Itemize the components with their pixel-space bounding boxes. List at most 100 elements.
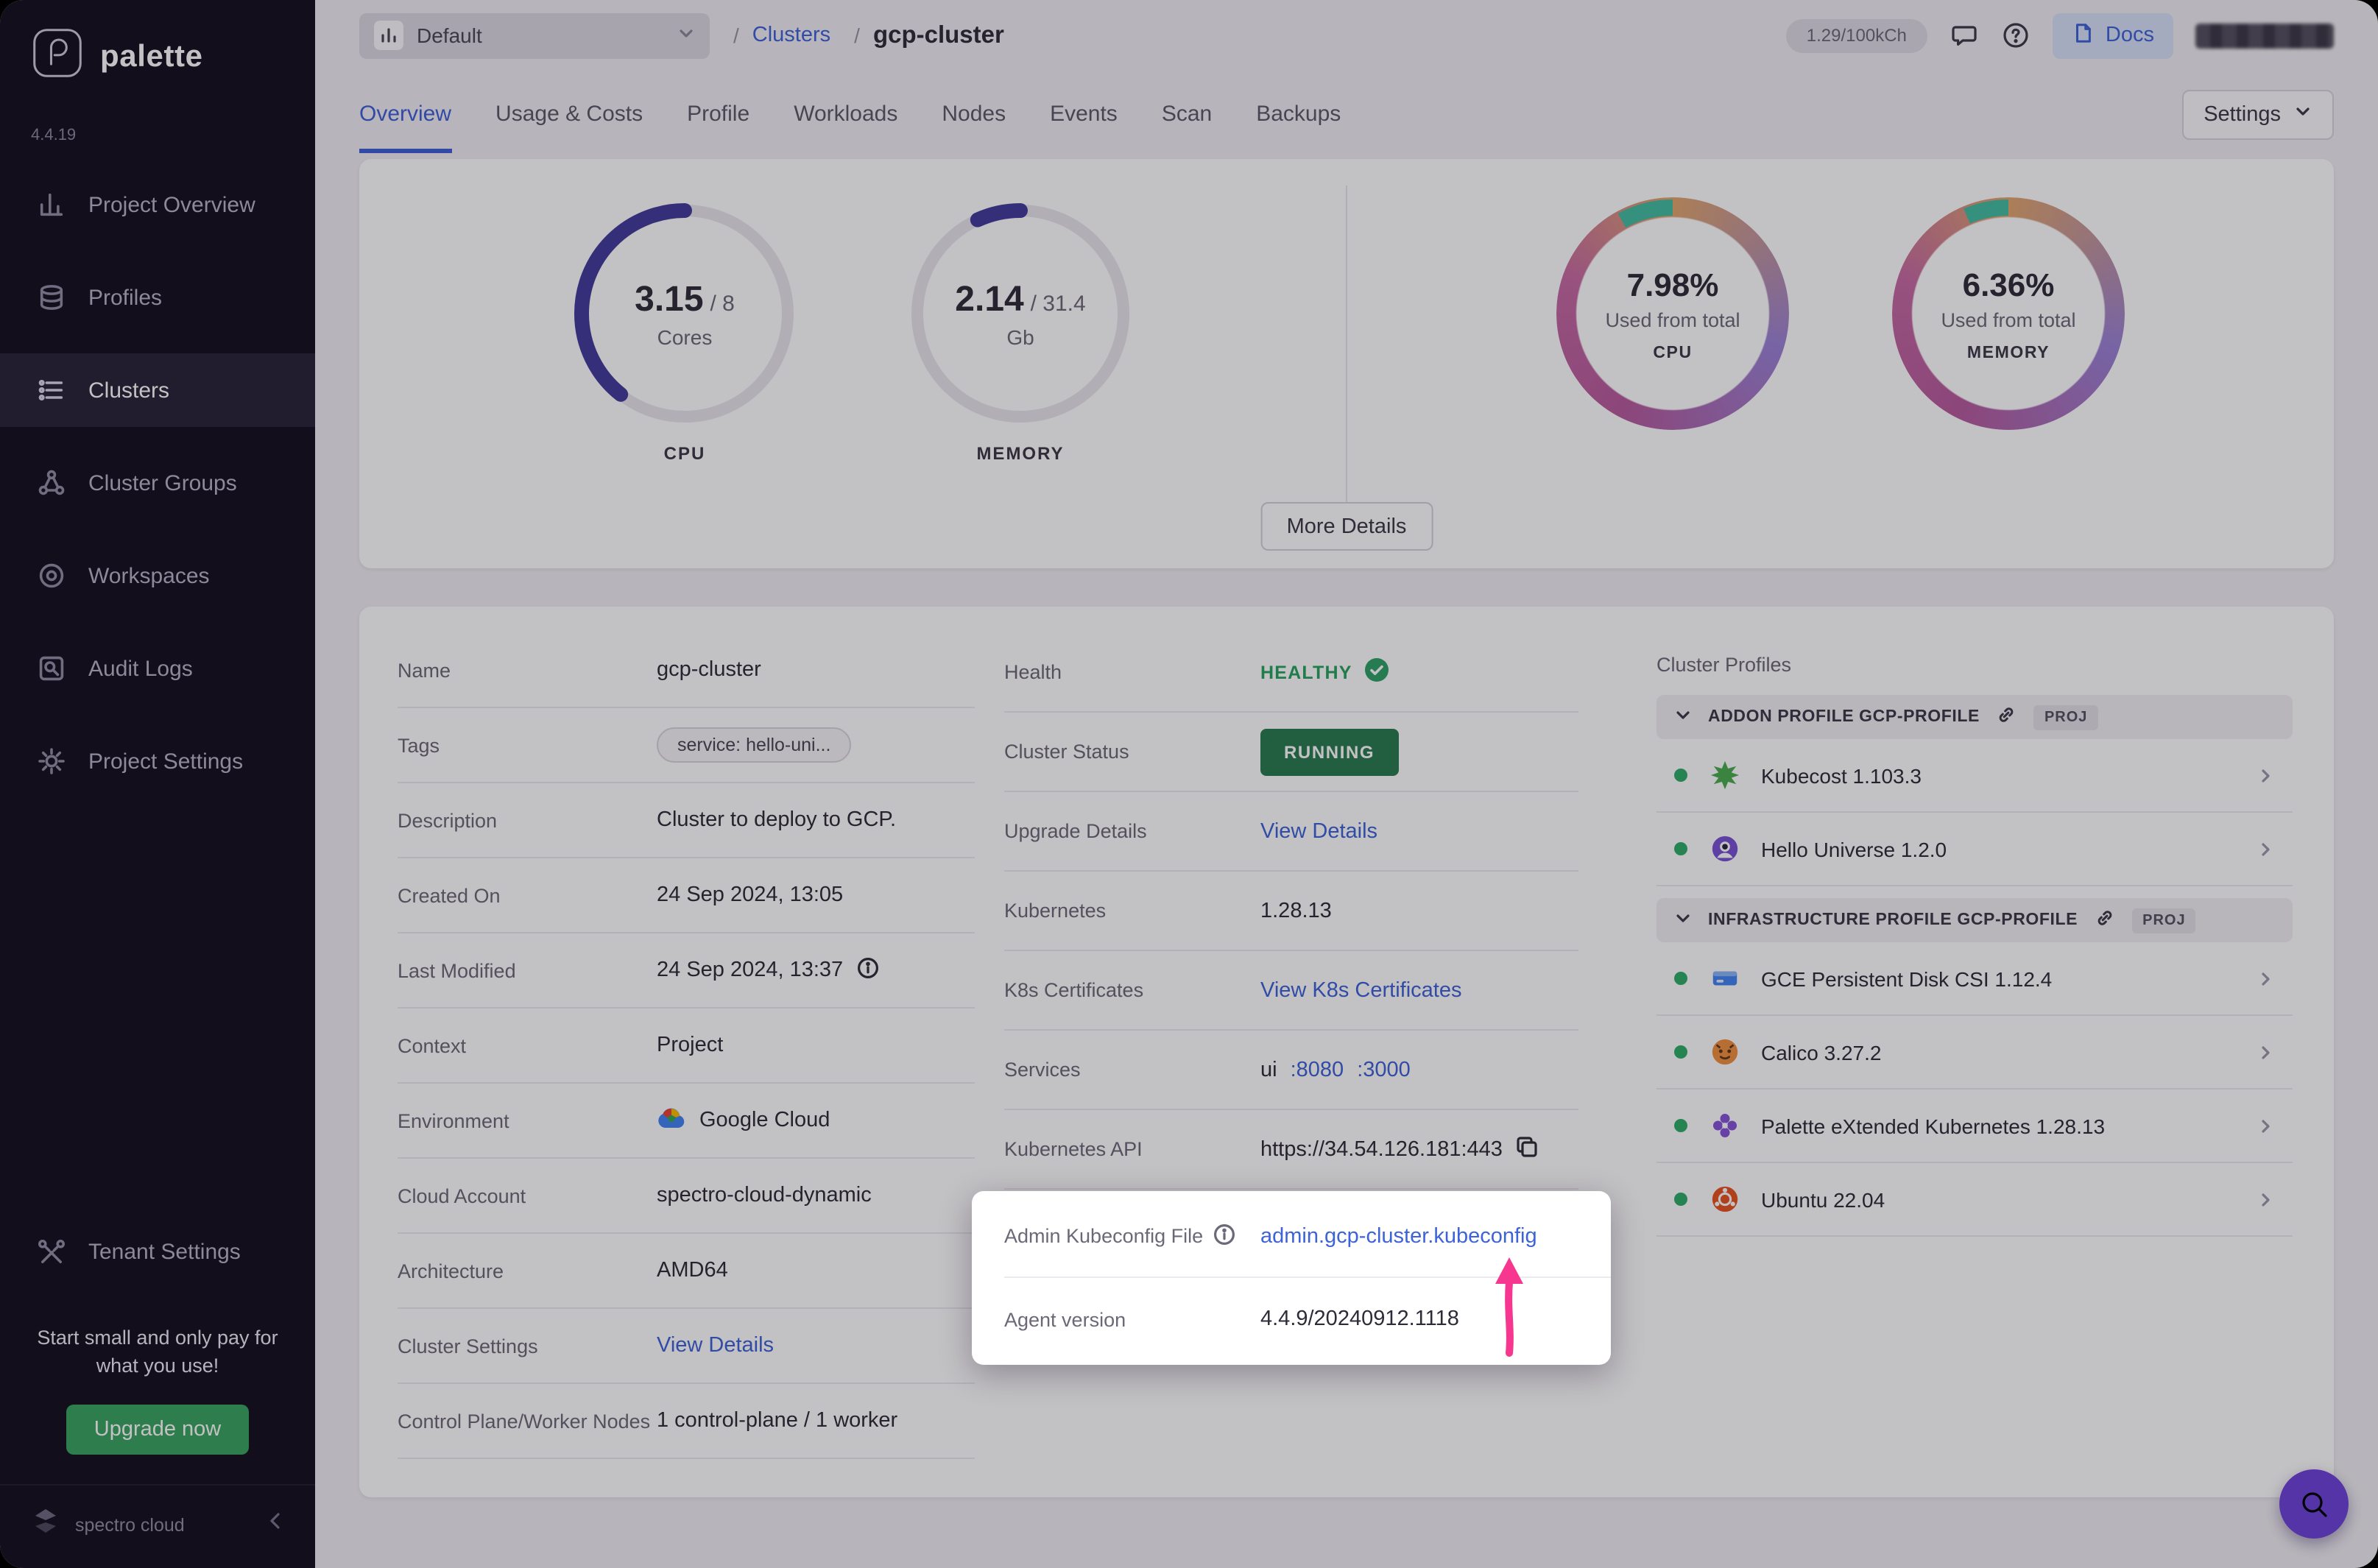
sidebar-item-label: Cluster Groups bbox=[88, 470, 237, 495]
brand-name: palette bbox=[100, 39, 203, 74]
tab-backups[interactable]: Backups bbox=[1256, 102, 1341, 153]
tab-events[interactable]: Events bbox=[1050, 102, 1118, 153]
sidebar-bottom: Tenant Settings Start small and only pay… bbox=[0, 1216, 315, 1553]
detail-row-description: Description Cluster to deploy to GCP. bbox=[398, 783, 975, 858]
cluster-settings-view-details-link[interactable]: View Details bbox=[657, 1334, 774, 1357]
clusters-list-icon bbox=[37, 375, 66, 405]
usage-gauges: 3.15 / 8 Cores CPU bbox=[359, 159, 1346, 568]
cpu-gauge: 3.15 / 8 Cores CPU bbox=[568, 197, 801, 568]
tab-profile[interactable]: Profile bbox=[687, 102, 749, 153]
info-icon[interactable] bbox=[856, 956, 878, 984]
detail-row-tags: Tags service: hello-uni... bbox=[398, 708, 975, 783]
cpu-percent-value: 7.98% bbox=[1627, 266, 1719, 304]
service-port-8080-link[interactable]: :8080 bbox=[1291, 1058, 1344, 1081]
cpu-percent-caption: Used from total bbox=[1605, 308, 1740, 331]
tab-overview[interactable]: Overview bbox=[359, 102, 451, 153]
spectro-cloud-logo-icon bbox=[29, 1505, 62, 1544]
cpu-gauge-label: CPU bbox=[664, 443, 706, 464]
sidebar-nav: Project Overview Profiles Clusters Clust… bbox=[0, 168, 315, 817]
sidebar-item-label: Tenant Settings bbox=[88, 1240, 241, 1265]
sidebar-item-project-overview[interactable]: Project Overview bbox=[0, 168, 315, 241]
healthy-check-icon bbox=[1366, 657, 1389, 687]
sidebar-item-cluster-groups[interactable]: Cluster Groups bbox=[0, 446, 315, 520]
details-middle-column: Health HEALTHY Cluster Status RUNNING Up… bbox=[1004, 633, 1578, 1459]
memory-gauge-label: MEMORY bbox=[976, 443, 1064, 464]
more-details-button[interactable]: More Details bbox=[1260, 502, 1433, 551]
footer-brand-name: spectro cloud bbox=[75, 1514, 252, 1535]
status-row-k8s-certificates: K8s Certificates View K8s Certificates bbox=[1004, 951, 1578, 1031]
tab-nodes[interactable]: Nodes bbox=[942, 102, 1006, 153]
admin-kubeconfig-download-link[interactable]: admin.gcp-cluster.kubeconfig bbox=[1260, 1224, 1537, 1248]
profile-item-gce-persistent-disk[interactable]: GCE Persistent Disk CSI 1.12.4 bbox=[1657, 942, 2293, 1016]
gce-disk-icon bbox=[1707, 961, 1742, 996]
help-icon[interactable] bbox=[2001, 21, 2031, 50]
sidebar-item-label: Workspaces bbox=[88, 563, 210, 588]
brand[interactable]: palette bbox=[0, 27, 315, 87]
tab-usage-costs[interactable]: Usage & Costs bbox=[495, 102, 643, 153]
memory-percent-caption: Used from total bbox=[1941, 308, 2075, 331]
cluster-profiles-panel: Cluster Profiles ADDON PROFILE GCP-PROFI… bbox=[1657, 633, 2293, 1459]
upgrade-now-button[interactable]: Upgrade now bbox=[66, 1405, 250, 1455]
status-dot bbox=[1674, 769, 1687, 782]
chevron-right-icon bbox=[2257, 1190, 2275, 1208]
sidebar-item-label: Audit Logs bbox=[88, 656, 193, 681]
memory-percent-gauge: 6.36% Used from total MEMORY bbox=[1892, 197, 2125, 568]
cluster-tabs: Overview Usage & Costs Profile Workloads… bbox=[315, 71, 2378, 153]
kubecost-icon bbox=[1707, 757, 1742, 793]
status-row-agent-version: Agent version 4.4.9/20240912.1118 bbox=[1004, 1278, 1611, 1360]
settings-button[interactable]: Settings bbox=[2181, 90, 2334, 140]
status-dot bbox=[1674, 1193, 1687, 1206]
sidebar-item-profiles[interactable]: Profiles bbox=[0, 261, 315, 334]
tab-scan[interactable]: Scan bbox=[1162, 102, 1212, 153]
gear-icon bbox=[37, 746, 66, 776]
usage-credits-badge: 1.29/100kCh bbox=[1786, 18, 1927, 52]
chevron-right-icon bbox=[2257, 1043, 2275, 1061]
percentage-gauges: 7.98% Used from total CPU bbox=[1347, 159, 2334, 568]
sidebar-item-clusters[interactable]: Clusters bbox=[0, 353, 315, 427]
tag-chip[interactable]: service: hello-uni... bbox=[657, 727, 851, 763]
cpu-total-value: / 8 bbox=[710, 291, 734, 316]
tab-workloads[interactable]: Workloads bbox=[794, 102, 897, 153]
copy-icon[interactable] bbox=[1516, 1134, 1539, 1164]
infrastructure-profile-header[interactable]: INFRASTRUCTURE PROFILE GCP-PROFILE PROJ bbox=[1657, 898, 2293, 942]
view-k8s-certificates-link[interactable]: View K8s Certificates bbox=[1260, 978, 1461, 1002]
profile-item-palette-extended-kubernetes[interactable]: Palette eXtended Kubernetes 1.28.13 bbox=[1657, 1090, 2293, 1163]
sidebar-item-workspaces[interactable]: Workspaces bbox=[0, 539, 315, 612]
detail-row-cluster-settings: Cluster Settings View Details bbox=[398, 1309, 975, 1384]
chat-icon[interactable] bbox=[1950, 21, 1979, 50]
sidebar-item-project-settings[interactable]: Project Settings bbox=[0, 724, 315, 798]
promo-text: Start small and only pay for what you us… bbox=[0, 1309, 315, 1399]
docs-button[interactable]: Docs bbox=[2053, 13, 2173, 58]
service-name: ui bbox=[1260, 1058, 1277, 1081]
hello-universe-icon bbox=[1707, 831, 1742, 866]
profile-item-hello-universe[interactable]: Hello Universe 1.2.0 bbox=[1657, 813, 2293, 886]
breadcrumb-clusters-link[interactable]: Clusters bbox=[752, 24, 830, 47]
info-icon[interactable] bbox=[1213, 1223, 1235, 1249]
detail-row-environment: Environment Google Cloud bbox=[398, 1084, 975, 1159]
memory-total-value: / 31.4 bbox=[1031, 291, 1086, 316]
breadcrumb-separator: / bbox=[733, 24, 739, 47]
collapse-sidebar-icon[interactable] bbox=[265, 1511, 286, 1539]
status-row-services: Services ui :8080 :3000 bbox=[1004, 1031, 1578, 1110]
agent-version-value: 4.4.9/20240912.1118 bbox=[1260, 1307, 1459, 1331]
addon-profile-header[interactable]: ADDON PROFILE GCP-PROFILE PROJ bbox=[1657, 695, 2293, 739]
memory-gauge: 2.14 / 31.4 Gb MEMORY bbox=[904, 197, 1137, 568]
detail-row-cloud-account: Cloud Account spectro-cloud-dynamic bbox=[398, 1159, 975, 1234]
chevron-down-icon bbox=[1674, 706, 1692, 728]
profile-item-kubecost[interactable]: Kubecost 1.103.3 bbox=[1657, 739, 2293, 813]
search-fab[interactable] bbox=[2279, 1469, 2349, 1539]
profile-item-ubuntu[interactable]: Ubuntu 22.04 bbox=[1657, 1163, 2293, 1237]
sidebar-item-label: Profiles bbox=[88, 285, 162, 310]
sidebar-item-audit-logs[interactable]: Audit Logs bbox=[0, 632, 315, 705]
tools-icon bbox=[37, 1238, 66, 1268]
profile-item-calico[interactable]: Calico 3.27.2 bbox=[1657, 1016, 2293, 1090]
sidebar-item-tenant-settings[interactable]: Tenant Settings bbox=[0, 1216, 315, 1290]
service-port-3000-link[interactable]: :3000 bbox=[1357, 1058, 1411, 1081]
chevron-right-icon bbox=[2257, 970, 2275, 987]
network-icon bbox=[37, 468, 66, 498]
kubeconfig-spotlight: Admin Kubeconfig File admin.gcp-cluster.… bbox=[972, 1191, 1611, 1365]
health-status-text: HEALTHY bbox=[1260, 662, 1352, 682]
upgrade-view-details-link[interactable]: View Details bbox=[1260, 819, 1377, 843]
project-selector[interactable]: Default bbox=[359, 13, 710, 58]
bar-chart-icon bbox=[37, 190, 66, 219]
